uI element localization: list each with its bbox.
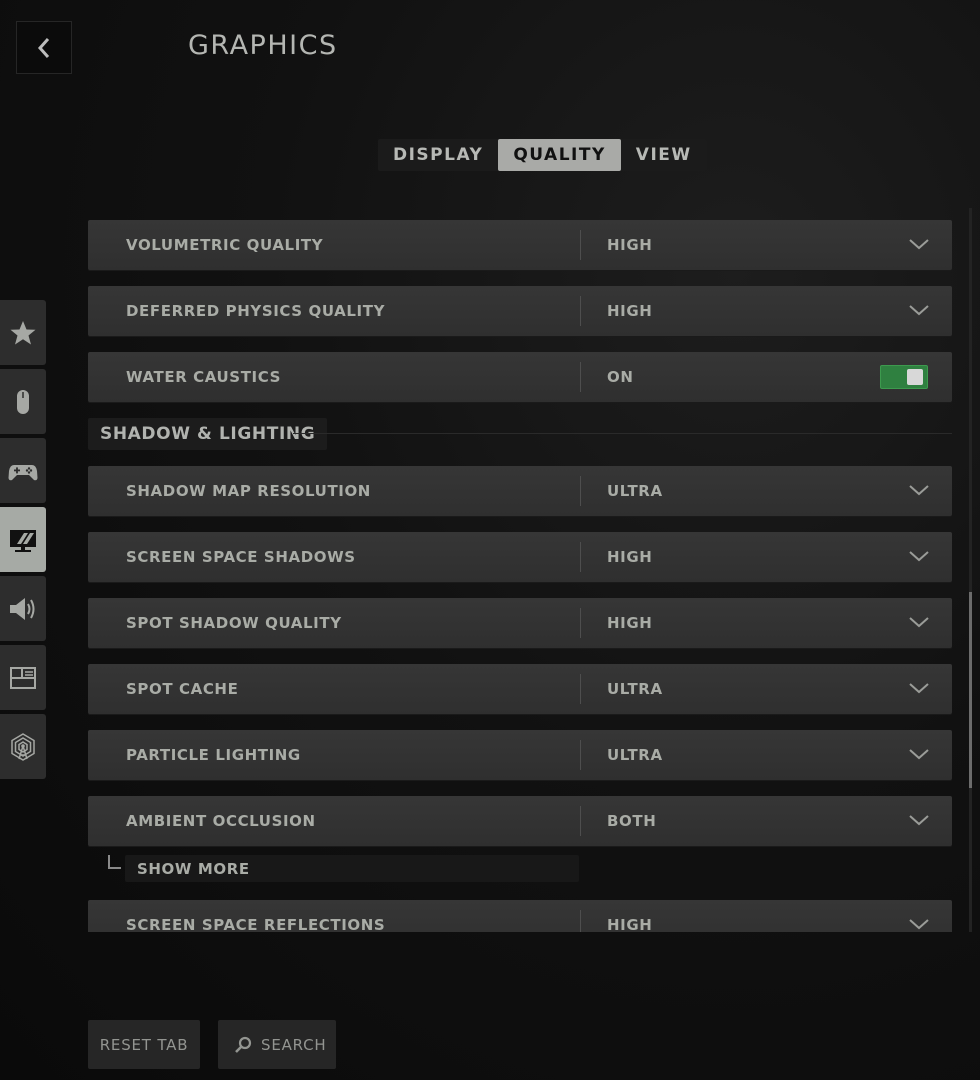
setting-shadow-map-resolution[interactable]: SHADOW MAP RESOLUTION ULTRA bbox=[88, 466, 952, 516]
setting-screen-space-shadows[interactable]: SCREEN SPACE SHADOWS HIGH bbox=[88, 532, 952, 582]
back-button[interactable] bbox=[16, 21, 72, 74]
setting-deferred-physics-quality[interactable]: DEFERRED PHYSICS QUALITY HIGH bbox=[88, 286, 952, 336]
search-label: SEARCH bbox=[261, 1035, 327, 1054]
sidebar-item-mouse-keyboard[interactable] bbox=[0, 369, 46, 434]
setting-label: PARTICLE LIGHTING bbox=[126, 746, 301, 764]
chevron-down-icon bbox=[909, 485, 929, 496]
chevron-down-icon bbox=[909, 815, 929, 826]
mouse-icon bbox=[17, 389, 29, 414]
setting-value: HIGH bbox=[607, 302, 653, 320]
setting-value: HIGH bbox=[607, 236, 653, 254]
setting-label: AMBIENT OCCLUSION bbox=[126, 812, 316, 830]
search-icon bbox=[235, 1036, 252, 1053]
setting-value: ULTRA bbox=[607, 680, 663, 698]
divider bbox=[580, 740, 581, 770]
setting-label: WATER CAUSTICS bbox=[126, 368, 282, 386]
reset-tab-button[interactable]: RESET TAB bbox=[88, 1020, 200, 1069]
divider bbox=[580, 476, 581, 506]
setting-particle-lighting[interactable]: PARTICLE LIGHTING ULTRA bbox=[88, 730, 952, 780]
setting-value: BOTH bbox=[607, 812, 657, 830]
setting-label: SPOT CACHE bbox=[126, 680, 239, 698]
chevron-left-icon bbox=[37, 37, 50, 58]
setting-volumetric-quality[interactable]: VOLUMETRIC QUALITY HIGH bbox=[88, 220, 952, 270]
tab-quality[interactable]: QUALITY bbox=[498, 139, 621, 171]
settings-list: VOLUMETRIC QUALITY HIGH DEFERRED PHYSICS… bbox=[88, 220, 952, 932]
monitor-icon bbox=[10, 529, 36, 552]
setting-value: HIGH bbox=[607, 916, 653, 932]
tree-connector bbox=[108, 855, 121, 869]
sidebar-item-audio[interactable] bbox=[0, 576, 46, 641]
sidebar-item-controller[interactable] bbox=[0, 438, 46, 503]
chevron-down-icon bbox=[909, 749, 929, 760]
divider bbox=[580, 674, 581, 704]
sidebar-item-network[interactable] bbox=[0, 714, 46, 779]
setting-spot-cache[interactable]: SPOT CACHE ULTRA bbox=[88, 664, 952, 714]
tab-bar: DISPLAY QUALITY VIEW bbox=[378, 139, 707, 171]
setting-label: DEFERRED PHYSICS QUALITY bbox=[126, 302, 386, 320]
setting-value: ON bbox=[607, 368, 634, 386]
tab-view[interactable]: VIEW bbox=[621, 139, 707, 171]
chevron-down-icon bbox=[909, 305, 929, 316]
divider bbox=[580, 296, 581, 326]
scrollbar-thumb[interactable] bbox=[969, 592, 972, 788]
star-icon bbox=[10, 320, 36, 344]
setting-value: ULTRA bbox=[607, 746, 663, 764]
setting-value: HIGH bbox=[607, 548, 653, 566]
page-title: GRAPHICS bbox=[188, 30, 338, 61]
sidebar bbox=[0, 300, 46, 783]
setting-label: SCREEN SPACE REFLECTIONS bbox=[126, 916, 386, 932]
water-caustics-toggle[interactable] bbox=[880, 365, 928, 389]
chevron-down-icon bbox=[909, 683, 929, 694]
setting-label: SCREEN SPACE SHADOWS bbox=[126, 548, 356, 566]
divider bbox=[580, 910, 581, 932]
divider bbox=[580, 608, 581, 638]
toggle-knob bbox=[907, 369, 923, 385]
divider bbox=[580, 806, 581, 836]
setting-label: SHADOW MAP RESOLUTION bbox=[126, 482, 371, 500]
section-divider bbox=[293, 433, 952, 434]
setting-screen-space-reflections[interactable]: SCREEN SPACE REFLECTIONS HIGH bbox=[88, 900, 952, 932]
chevron-down-icon bbox=[909, 551, 929, 562]
interface-icon bbox=[10, 666, 36, 689]
setting-spot-shadow-quality[interactable]: SPOT SHADOW QUALITY HIGH bbox=[88, 598, 952, 648]
speaker-icon bbox=[10, 597, 35, 620]
setting-label: SPOT SHADOW QUALITY bbox=[126, 614, 342, 632]
sidebar-item-graphics[interactable] bbox=[0, 507, 46, 572]
setting-ambient-occlusion[interactable]: AMBIENT OCCLUSION BOTH bbox=[88, 796, 952, 846]
setting-value: HIGH bbox=[607, 614, 653, 632]
reset-tab-label: RESET TAB bbox=[99, 1035, 189, 1054]
chevron-down-icon bbox=[909, 239, 929, 250]
divider bbox=[580, 542, 581, 572]
sidebar-item-favorites[interactable] bbox=[0, 300, 46, 365]
divider bbox=[580, 230, 581, 260]
chevron-down-icon bbox=[909, 617, 929, 628]
setting-water-caustics[interactable]: WATER CAUSTICS ON bbox=[88, 352, 952, 402]
setting-label: VOLUMETRIC QUALITY bbox=[126, 236, 324, 254]
divider bbox=[580, 362, 581, 392]
show-more-button[interactable]: SHOW MORE bbox=[125, 855, 579, 882]
section-header-shadow-lighting: SHADOW & LIGHTING bbox=[88, 418, 328, 450]
setting-value: ULTRA bbox=[607, 482, 663, 500]
search-button[interactable]: SEARCH bbox=[218, 1020, 336, 1069]
sidebar-item-interface[interactable] bbox=[0, 645, 46, 710]
scrollbar-track[interactable] bbox=[969, 208, 972, 932]
chevron-down-icon bbox=[909, 919, 929, 930]
tab-display[interactable]: DISPLAY bbox=[378, 139, 498, 171]
network-icon bbox=[11, 732, 35, 761]
gamepad-icon bbox=[8, 464, 38, 480]
